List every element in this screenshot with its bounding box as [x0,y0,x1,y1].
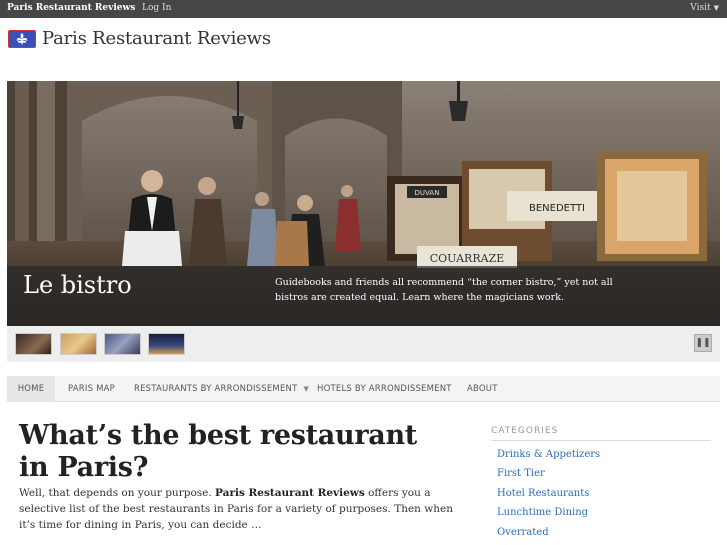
nav-item-label: PARIS MAP [68,384,115,394]
article-excerpt: Well, that depends on your purpose. Pari… [19,485,459,533]
visit-menu[interactable]: Visit ▼ [690,3,719,13]
page-title[interactable]: What’s the best restaurant in Paris? [19,420,449,484]
nav-item-label: HOTELS BY ARRONDISSEMENT [317,384,452,394]
site-header: Paris Restaurant Reviews [0,18,727,81]
pause-button[interactable]: ❚❚ [694,334,712,352]
sign-benedetti: BENEDETTI [529,203,585,214]
fleur-de-lis-logo-icon[interactable] [8,30,36,48]
slide-thumbnail[interactable] [15,333,52,355]
excerpt-prefix: Well, that depends on your purpose. [19,487,216,499]
nav-item-about[interactable]: ABOUT [467,376,498,402]
chevron-down-icon: ▼ [713,4,719,12]
hero-slider[interactable]: BENEDETTI DUVAN COUARRAZE Le bistro Guid… [7,81,720,326]
nav-item-hotels-by-arrondissement[interactable]: HOTELS BY ARRONDISSEMENT [317,376,452,402]
nav-item-home[interactable]: HOME [7,376,55,402]
slide-thumbnail[interactable] [148,333,185,355]
top-admin-bar: Paris Restaurant Reviews Log In Visit ▼ [0,0,727,18]
sign-duvan: DUVAN [415,189,440,197]
slider-thumbnail-strip: ❚❚ [7,326,720,362]
sidebar-categories-heading: CATEGORIES [491,426,711,441]
category-link-drinks-appetizers[interactable]: Drinks & Appetizers [497,448,600,467]
categories-list: Drinks & Appetizers First Tier Hotel Res… [497,448,600,545]
visit-label: Visit [690,3,711,13]
slider-caption-title[interactable]: Le bistro [23,271,132,299]
main-nav: HOME PARIS MAP RESTAURANTS BY ARRONDISSE… [7,376,720,402]
nav-item-restaurants-by-arrondissement[interactable]: RESTAURANTS BY ARRONDISSEMENT ▼ [134,376,309,402]
nav-item-label: HOME [17,384,45,394]
category-link-overrated[interactable]: Overrated [497,526,600,545]
nav-item-paris-map[interactable]: PARIS MAP [68,376,115,402]
site-title[interactable]: Paris Restaurant Reviews [42,28,271,49]
excerpt-bold-site-name: Paris Restaurant Reviews [215,487,365,499]
category-link-lunchtime-dining[interactable]: Lunchtime Dining [497,506,600,525]
topbar-site-link[interactable]: Paris Restaurant Reviews [7,3,135,13]
slide-thumbnail[interactable] [104,333,141,355]
chevron-down-icon: ▼ [303,385,310,393]
category-link-first-tier[interactable]: First Tier [497,467,600,486]
sign-couarraze: COUARRAZE [430,252,505,265]
slider-caption-text: Guidebooks and friends all recommend “th… [275,277,613,303]
category-link-hotel-restaurants[interactable]: Hotel Restaurants [497,487,600,506]
login-link[interactable]: Log In [142,3,171,13]
nav-item-label: ABOUT [467,384,498,394]
nav-item-label: RESTAURANTS BY ARRONDISSEMENT [134,384,298,394]
slide-thumbnail[interactable] [60,333,97,355]
